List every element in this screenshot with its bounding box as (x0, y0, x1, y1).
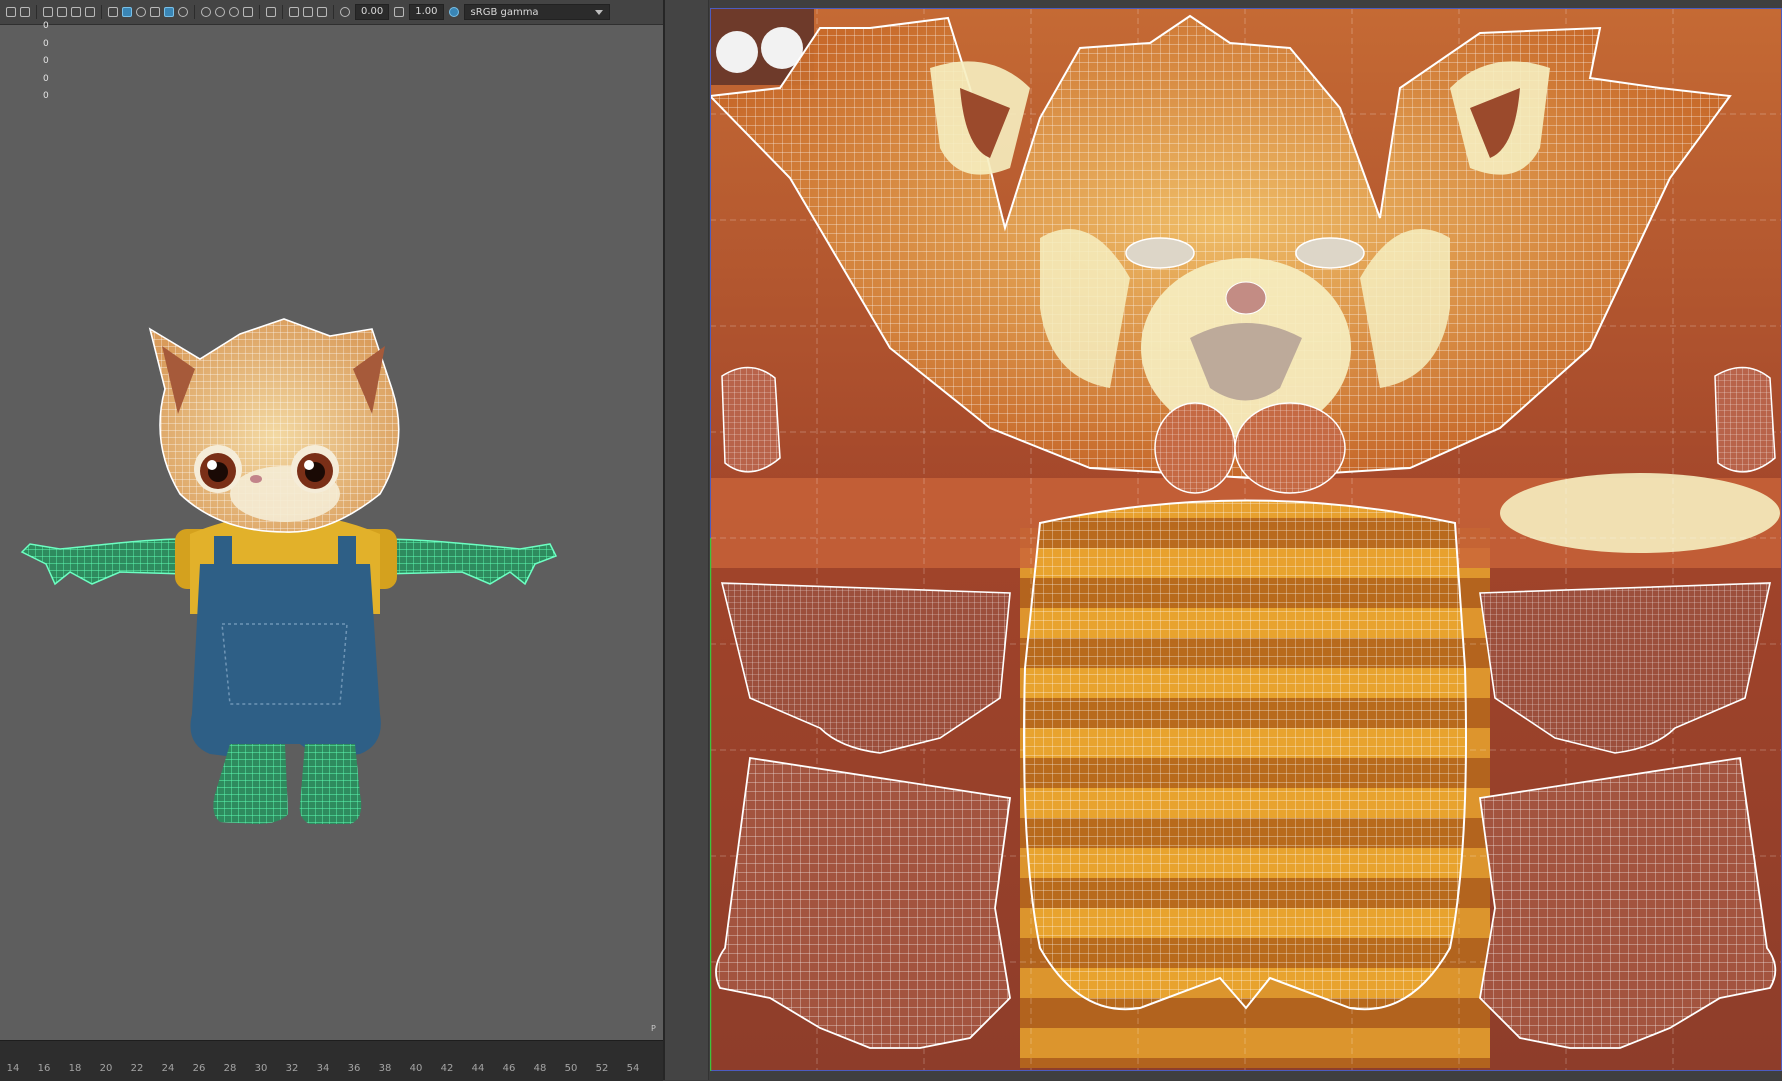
motion-blur-icon[interactable] (229, 7, 239, 17)
timeline-tick-label: 52 (595, 1063, 609, 1074)
timeline-tick-label: 20 (99, 1063, 113, 1074)
timeline-tick-label: 34 (316, 1063, 330, 1074)
toolbar-separator (101, 5, 102, 19)
overall-strap-left (214, 536, 232, 576)
camera-name-label: P (651, 1024, 656, 1033)
overalls (190, 564, 381, 759)
smooth-shade-icon[interactable] (122, 7, 132, 17)
resolution-gate-icon[interactable] (57, 7, 67, 17)
toolbar-separator (259, 5, 260, 19)
head (148, 318, 400, 533)
antialias-icon[interactable] (243, 7, 253, 17)
exposure-field[interactable]: 0.00 (355, 4, 390, 20)
light-icon[interactable] (178, 7, 188, 17)
xray-icon[interactable] (289, 7, 299, 17)
xray-joints-icon[interactable] (317, 7, 327, 17)
timeline-tick-label: 32 (285, 1063, 299, 1074)
view-transform-label: sRGB gamma (470, 7, 539, 18)
timeline-tick-label: 22 (130, 1063, 144, 1074)
gamma-icon[interactable] (394, 7, 405, 17)
timeline-tick-label: 50 (564, 1063, 578, 1074)
toolbar-separator (36, 5, 37, 19)
viewport-toolbar: 0.00 1.00 sRGB gamma (0, 0, 663, 25)
timeline-tick-label: 18 (68, 1063, 82, 1074)
overall-strap-right (338, 536, 356, 576)
xray-active-icon[interactable] (303, 7, 313, 17)
timeline-ruler[interactable]: 14 16 18 20 22 24 26 28 30 32 34 36 38 40 42 44 46 48 50 52… (0, 1049, 663, 1081)
uv-shell-body[interactable] (1023, 499, 1467, 1011)
exposure-icon[interactable] (340, 7, 350, 17)
left-arm (20, 538, 186, 586)
timeline-tick-label: 54 (626, 1063, 640, 1074)
isolate-icon[interactable] (266, 7, 276, 17)
time-slider[interactable]: 14 16 18 20 22 24 26 28 30 32 34 36 38 40 42 44 46 48 50 52… (0, 1040, 663, 1081)
wireframe-icon[interactable] (108, 7, 118, 17)
timeline-tick-label: 44 (471, 1063, 485, 1074)
textured-icon[interactable] (150, 7, 160, 17)
wireframe-on-shaded-icon[interactable] (136, 7, 146, 17)
shadow-icon[interactable] (201, 7, 211, 17)
toolbar-separator (282, 5, 283, 19)
timeline-tick-label: 42 (440, 1063, 454, 1074)
chevron-down-icon (594, 10, 603, 15)
gamma-field[interactable]: 1.00 (409, 4, 444, 20)
left-foot (213, 744, 288, 824)
timeline-tick-label: 40 (409, 1063, 423, 1074)
uv-editor-side-strip (665, 0, 709, 1080)
perspective-viewport[interactable]: 0.00 1.00 sRGB gamma 0 0 0 0 0 14 16 18 … (0, 0, 663, 1081)
nose (250, 475, 262, 483)
uv-texture-layout[interactable] (710, 8, 1782, 1071)
timeline-tick-label: 26 (192, 1063, 206, 1074)
timeline-tick-label: 14 (6, 1063, 20, 1074)
toolbar-separator (333, 5, 334, 19)
timeline-tick-label: 46 (502, 1063, 516, 1074)
timeline-tick-label: 48 (533, 1063, 547, 1074)
timeline-tick-label: 36 (347, 1063, 361, 1074)
uv-shell-finger-left[interactable] (721, 366, 781, 473)
color-management-icon[interactable] (448, 7, 459, 17)
grid-icon[interactable] (20, 7, 30, 17)
toolbar-separator (194, 5, 195, 19)
safe-area-icon[interactable] (71, 7, 81, 17)
right-arm (379, 538, 558, 586)
timeline-tick-label: 30 (254, 1063, 268, 1074)
timeline-tick-label: 38 (378, 1063, 392, 1074)
film-gate-icon[interactable] (43, 7, 53, 17)
ambient-occlusion-icon[interactable] (215, 7, 225, 17)
red-panda-character-model[interactable] (0, 24, 663, 1024)
use-all-lights-icon[interactable] (164, 7, 174, 17)
timeline-tick-label: 16 (37, 1063, 51, 1074)
right-foot (299, 744, 362, 824)
camera-icon[interactable] (6, 7, 16, 17)
timeline-tick-label: 28 (223, 1063, 237, 1074)
uv-shell-finger-right[interactable] (1714, 366, 1776, 473)
view-transform-select[interactable]: sRGB gamma (463, 4, 610, 20)
field-chart-icon[interactable] (85, 7, 95, 17)
timeline-tick-label: 24 (161, 1063, 175, 1074)
